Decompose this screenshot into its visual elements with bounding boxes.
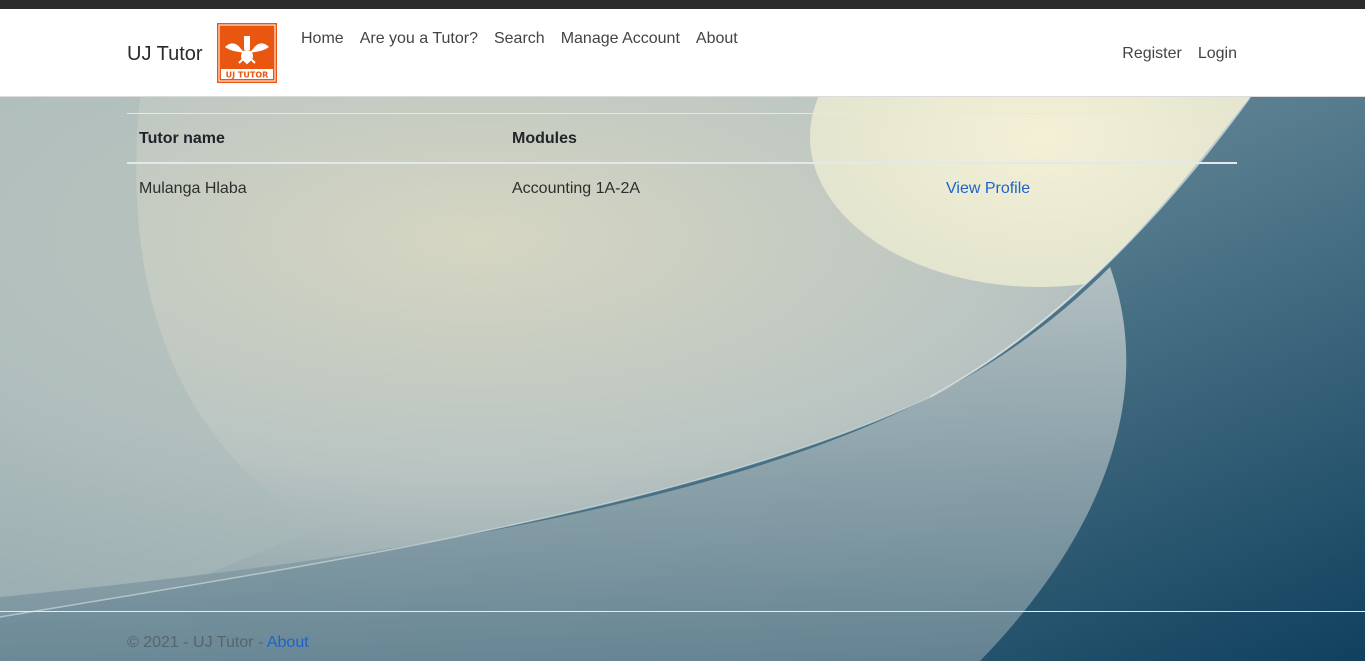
nav-links: Home Are you a Tutor? Search Manage Acco… [293, 28, 746, 50]
browser-top-strip [0, 0, 1365, 9]
nav-home[interactable]: Home [293, 28, 352, 50]
nav-are-you-a-tutor[interactable]: Are you a Tutor? [352, 28, 486, 50]
navbar: UJ Tutor UJ TUTOR Home Are you a Tutor? … [0, 9, 1365, 97]
header-tutor-name: Tutor name [127, 113, 500, 164]
nav-manage-account[interactable]: Manage Account [553, 28, 688, 50]
header-modules: Modules [500, 113, 934, 164]
footer-about-link[interactable]: About [267, 634, 309, 651]
nav-search[interactable]: Search [486, 28, 553, 50]
modules-cell: Accounting 1A-2A [512, 180, 641, 197]
table-row: Mulanga Hlaba Accounting 1A-2A View Prof… [127, 163, 1237, 214]
brand-name[interactable]: UJ Tutor [127, 43, 203, 66]
logo-text: UJ TUTOR [226, 71, 269, 80]
tutor-name-cell: Mulanga Hlaba [139, 180, 247, 197]
main-content: Tutor name Modules Mulanga Hlaba Account… [127, 113, 1237, 214]
tutors-table: Tutor name Modules Mulanga Hlaba Account… [127, 113, 1237, 214]
table-header-row: Tutor name Modules [127, 113, 1237, 164]
action-cell: View Profile [934, 163, 1237, 214]
view-profile-link[interactable]: View Profile [946, 180, 1030, 197]
header-action [934, 113, 1237, 164]
nav-about[interactable]: About [688, 28, 746, 50]
footer-divider [0, 611, 1365, 612]
nav-auth-links: Register Login [1106, 43, 1237, 65]
footer-copyright: © 2021 - UJ Tutor - [127, 634, 267, 651]
nav-login[interactable]: Login [1182, 43, 1237, 65]
nav-register[interactable]: Register [1106, 43, 1182, 65]
uj-tutor-logo[interactable]: UJ TUTOR [217, 23, 277, 83]
footer: © 2021 - UJ Tutor - About [127, 634, 309, 652]
